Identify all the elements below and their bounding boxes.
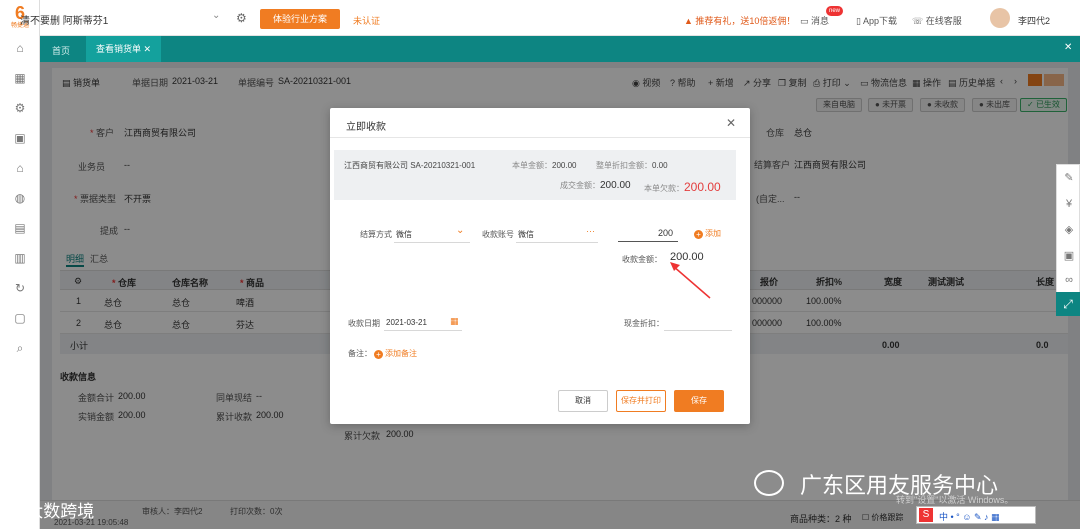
clipboard-icon[interactable]: ▤ <box>12 220 28 236</box>
calendar-icon[interactable]: ▦ <box>450 316 459 327</box>
unverified-status[interactable]: 未认证 <box>353 14 380 27</box>
settle-method-select[interactable]: 微信 <box>396 229 412 240</box>
settle-method-label: 结算方式 <box>360 230 392 239</box>
account-underline <box>516 242 598 243</box>
gear-icon[interactable]: ⚙ <box>236 11 247 25</box>
username[interactable]: 李四代2 <box>1018 14 1050 27</box>
modal-title: 立即收款 <box>346 122 386 133</box>
brand-watermark: ⌬ 大数跨境 <box>6 502 95 522</box>
avatar[interactable] <box>990 8 1010 28</box>
doc-discount: 整单折扣金额：0.00 <box>596 161 668 170</box>
customer-doc: 江西商贸有限公司 SA-20210321-001 <box>344 161 476 170</box>
loop-icon[interactable]: ↻ <box>12 280 28 296</box>
save-and-print-button[interactable]: 保存并打印 <box>616 390 666 412</box>
add-payment-button[interactable]: + 添加 <box>694 228 721 239</box>
ime-status-icons: 中 • ° ☺ ✎ ♪ ▦ <box>939 512 1000 522</box>
chevron-down-icon[interactable]: ⌄ <box>212 10 220 21</box>
edit-doc-icon[interactable]: ✎ <box>1062 171 1076 185</box>
online-service-link[interactable]: ☏ 在线客服 <box>912 14 962 27</box>
note-label: 备注： <box>348 349 372 358</box>
company-name[interactable]: 清不要删 阿斯蒂芬1 <box>20 12 108 27</box>
sogou-icon[interactable]: S <box>919 508 933 522</box>
receive-payment-modal: 立即收款 ✕ 江西商贸有限公司 SA-20210321-001 本单金额：200… <box>330 108 750 424</box>
account-label: 收款账号 <box>482 230 514 239</box>
close-all-tabs-icon[interactable]: ✕ <box>1064 42 1072 53</box>
report-icon[interactable]: ▥ <box>12 250 28 266</box>
amount-input[interactable]: 200 <box>658 228 673 238</box>
wechat-icon <box>754 470 784 496</box>
amount-input-underline <box>618 241 678 242</box>
receipt-date-label: 收款日期 <box>348 319 380 328</box>
app-download-link[interactable]: ▯ App下载 <box>856 14 897 27</box>
annotation-arrow <box>670 262 711 299</box>
deal-amount: 成交金额：200.00 <box>560 180 631 191</box>
cash-discount-label: 现金折扣： <box>624 319 664 328</box>
close-icon[interactable]: ✕ <box>726 116 736 130</box>
document-icon[interactable]: ▢ <box>12 310 28 326</box>
home-icon[interactable]: ⌂ <box>12 40 28 56</box>
bag-icon[interactable]: ▣ <box>12 130 28 146</box>
doc-amount: 本单金额：200.00 <box>512 161 577 170</box>
left-sidebar: 6 畅捷通 ⌂ ▦ ⚙ ▣ ⌂ ◍ ▤ ▥ ↻ ▢ ⌕ <box>0 0 40 529</box>
new-badge: new <box>826 6 844 16</box>
tab-home[interactable]: 首页 <box>52 44 70 57</box>
tab-bar <box>40 36 1080 62</box>
messages-link[interactable]: ▭ 消息 <box>800 14 829 27</box>
tab-view-sales-order[interactable]: 查看销货单 ✕ <box>86 36 162 62</box>
trial-industry-button[interactable]: 体验行业方案 <box>260 9 340 29</box>
promo-link[interactable]: ▲ 推荐有礼，送10倍返佣！ <box>684 14 795 27</box>
cancel-button[interactable]: 取消 <box>558 390 608 412</box>
windows-activation-watermark: 转到"设置"以激活 Windows。 <box>896 495 1014 505</box>
link-icon[interactable]: ∞ <box>1062 273 1076 287</box>
tag-icon[interactable]: ◈ <box>1062 223 1076 237</box>
ime-toolbar[interactable]: S 中 • ° ☺ ✎ ♪ ▦ <box>916 506 1036 524</box>
modal-divider <box>330 137 750 138</box>
calendar-icon[interactable]: ▦ <box>12 70 28 86</box>
fullscreen-icon[interactable]: ⤢ <box>1056 292 1080 316</box>
currency-icon[interactable]: ¥ <box>1062 197 1076 211</box>
more-icon[interactable]: ··· <box>586 226 595 236</box>
close-icon[interactable]: ✕ <box>144 44 152 54</box>
chevron-down-icon[interactable]: ⌄ <box>456 225 464 236</box>
add-note-button[interactable]: + 添加备注 <box>374 348 417 359</box>
warehouse-icon[interactable]: ⌂ <box>12 160 28 176</box>
payment-info-box: 江西商贸有限公司 SA-20210321-001 本单金额：200.00 整单折… <box>334 150 736 200</box>
search-icon[interactable]: ⌕ <box>12 340 28 356</box>
lock-icon[interactable]: ▣ <box>1062 249 1076 263</box>
cash-discount-input[interactable] <box>664 330 732 331</box>
owe-amount: 本单欠款：200.00 <box>644 180 721 194</box>
save-button[interactable]: 保存 <box>674 390 724 412</box>
settle-method-underline <box>394 242 470 243</box>
receipt-date-input[interactable]: 2021-03-21 <box>386 318 427 327</box>
settings-icon[interactable]: ⚙ <box>12 100 28 116</box>
money-bag-icon[interactable]: ◍ <box>12 190 28 206</box>
received-label: 收款金额： <box>622 255 662 264</box>
date-underline <box>384 330 462 331</box>
account-select[interactable]: 微信 <box>518 229 534 240</box>
